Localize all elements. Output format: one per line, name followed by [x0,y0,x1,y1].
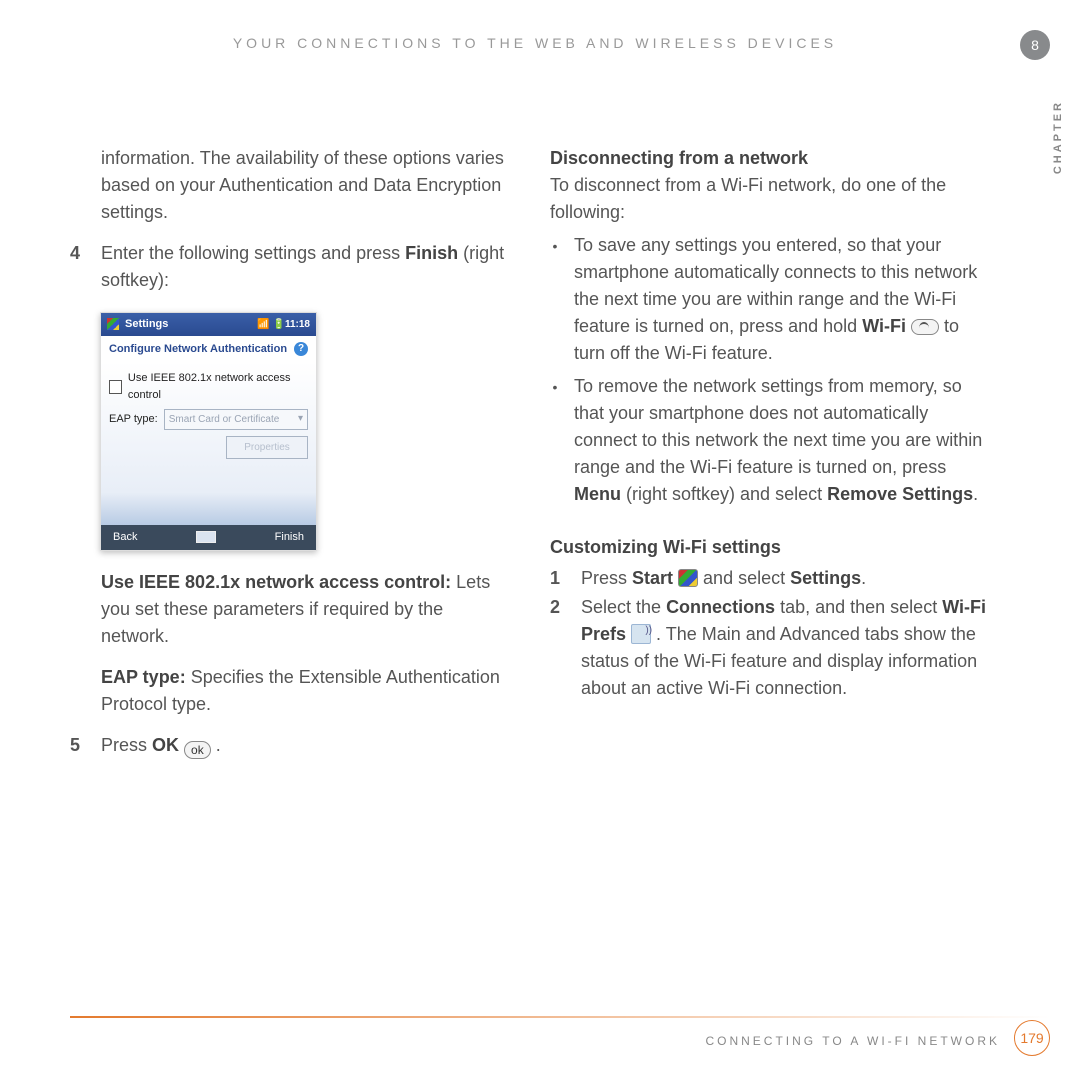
phone-time: 11:18 [285,317,310,332]
text: To remove the network settings from memo… [574,376,982,477]
keyboard-icon [196,531,216,543]
text: Select the [581,597,666,617]
menu-label: Menu [574,484,621,504]
step-4: 4 Enter the following settings and press… [70,240,510,294]
bullet-body: To remove the network settings from memo… [574,373,990,508]
checkbox-icon [109,380,122,394]
text: (right softkey) and select [621,484,827,504]
right-column: Disconnecting from a network To disconne… [550,145,990,759]
phone-subhead-text: Configure Network Authentication [109,341,287,358]
customizing-heading: Customizing Wi-Fi settings [550,534,990,561]
connections-label: Connections [666,597,775,617]
phone-softkey-bar: Back Finish [101,525,316,550]
bullet-body: To save any settings you entered, so tha… [574,232,990,367]
page: YOUR CONNECTIONS TO THE WEB AND WIRELESS… [0,0,1080,1080]
bullet-dot-icon: • [550,232,560,367]
content-columns: information. The availability of these o… [70,145,990,759]
softkey-back: Back [113,529,137,546]
checkbox-label: Use IEEE 802.1x network access control [128,370,308,403]
phone-title: Settings [125,316,168,333]
bullet-1: • To save any settings you entered, so t… [550,232,990,367]
properties-button: Properties [226,436,308,459]
help-icon: ? [294,342,308,356]
softkey-finish: Finish [275,529,304,546]
text: Press [101,735,152,755]
text: tab, and then select [775,597,942,617]
ok-label: OK [152,735,179,755]
ok-button-icon: ok [184,741,211,759]
step-body: Press OK ok . [101,732,510,759]
wifi-button-icon [911,319,939,335]
step-number: 5 [70,732,85,759]
header-title: YOUR CONNECTIONS TO THE WEB AND WIRELESS… [70,35,1000,51]
windows-flag-icon [107,318,119,330]
bullet-dot-icon: • [550,373,560,508]
text: Press [581,568,632,588]
use-ieee-bold: Use IEEE 802.1x network access control: [101,572,451,592]
eap-label: EAP type: [109,411,158,428]
step-number: 4 [70,240,85,294]
bullet-2: • To remove the network settings from me… [550,373,990,508]
eap-row: EAP type: Smart Card or Certificate [109,409,308,430]
step-body: Select the Connections tab, and then sel… [581,594,990,702]
disconnecting-intro: To disconnect from a Wi-Fi network, do o… [550,172,990,226]
eap-bold: EAP type: [101,667,186,687]
step-body: Enter the following settings and press F… [101,240,510,294]
eap-dropdown: Smart Card or Certificate [164,409,308,430]
chapter-label: CHAPTER [1052,100,1064,174]
step-number: 1 [550,565,565,592]
page-number: 179 [1014,1020,1050,1056]
phone-subheader: Configure Network Authentication ? [101,336,316,363]
text: and select [698,568,790,588]
wifi-label: Wi-Fi [862,316,906,336]
finish-label: Finish [405,243,458,263]
disconnecting-heading: Disconnecting from a network [550,145,990,172]
step-body: Press Start and select Settings. [581,565,990,592]
left-column: information. The availability of these o… [70,145,510,759]
phone-titlebar: Settings 📶 🔋 11:18 [101,313,316,336]
intro-paragraph: information. The availability of these o… [101,145,510,226]
settings-label: Settings [790,568,861,588]
eap-paragraph: EAP type: Specifies the Extensible Authe… [101,664,510,718]
phone-screenshot: Settings 📶 🔋 11:18 Configure Network Aut… [100,312,317,551]
cust-step-2: 2 Select the Connections tab, and then s… [550,594,990,702]
step-5: 5 Press OK ok . [70,732,510,759]
use-ieee-paragraph: Use IEEE 802.1x network access control: … [101,569,510,650]
phone-body: Use IEEE 802.1x network access control E… [101,362,316,525]
step-number: 2 [550,594,565,702]
cust-step-1: 1 Press Start and select Settings. [550,565,990,592]
properties-row: Properties [109,436,308,459]
remove-settings-label: Remove Settings [827,484,973,504]
text: Enter the following settings and press [101,243,405,263]
start-label: Start [632,568,673,588]
wifi-prefs-icon [631,624,651,644]
text: . [861,568,866,588]
chapter-number-badge: 8 [1020,30,1050,60]
checkbox-row: Use IEEE 802.1x network access control [109,370,308,403]
footer-text: CONNECTING TO A WI-FI NETWORK [705,1034,1000,1048]
text: . [211,735,221,755]
start-flag-icon [678,569,698,587]
footer-rule [70,1016,1050,1018]
status-icons: 📶 🔋 [257,317,285,332]
text: . [973,484,978,504]
